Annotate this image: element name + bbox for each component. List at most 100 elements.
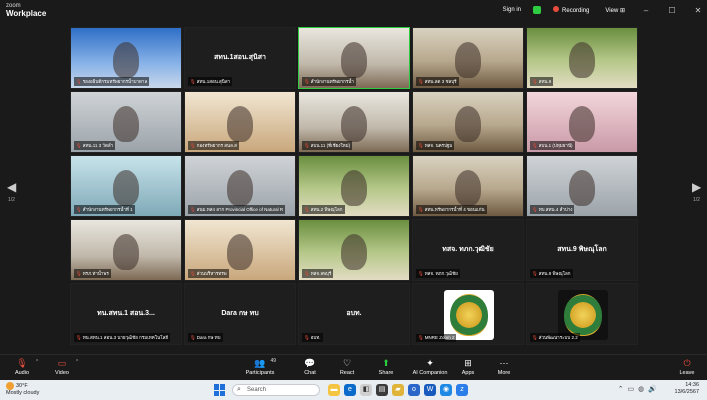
file-explorer-icon[interactable]: ▬: [328, 384, 340, 396]
folder-icon[interactable]: ▰: [392, 384, 404, 396]
word-icon[interactable]: W: [424, 384, 436, 396]
logo-line2: Workplace: [6, 9, 47, 18]
participant-name-label: 🎙ทสจ. ทภก.วุฒิชัย: [416, 269, 460, 278]
participant-video: [341, 42, 367, 78]
leave-button[interactable]: ⏻ Leave: [665, 358, 707, 376]
participant-name-label: 🎙สทน.11 3 วัดลำ: [74, 141, 116, 150]
mic-muted-icon: 🎙: [418, 335, 424, 340]
video-caret-icon[interactable]: ^: [76, 359, 78, 365]
outlook-icon[interactable]: o: [408, 384, 420, 396]
participant-tile[interactable]: 🎙MNRE Zoom 2: [412, 283, 524, 345]
view-button[interactable]: View ⊞: [601, 7, 629, 14]
participant-tile[interactable]: สทน.9 พิษณุโลก 🎙สทน.9 พิษณุโลก: [526, 219, 638, 281]
search-icon: ⌕: [237, 386, 241, 393]
participant-name-label: 🎙ทสจ. นครปฐม: [416, 141, 455, 150]
participant-name-label: 🎙สบน.1 (ปทุมธานี): [530, 141, 575, 150]
participants-button[interactable]: 👥 49 Participants: [238, 358, 282, 376]
participant-tile[interactable]: 🎙ทสจ. นครปฐม: [412, 91, 524, 153]
participant-tile[interactable]: 🎙สำนักงานทรัพยากรน้ำ: [298, 27, 410, 89]
participant-name: สทน.9: [538, 79, 552, 84]
participant-tile[interactable]: Dara กษ ทบ 🎙Dara กษ ทบ: [184, 283, 296, 345]
participant-name: ทสจ. นครปฐม: [424, 143, 453, 148]
participant-tile[interactable]: 🎙สทน.9: [526, 27, 638, 89]
ai-companion-label: AI Companion: [412, 370, 448, 376]
minimize-icon[interactable]: –: [637, 6, 655, 15]
participant-video: [113, 170, 139, 206]
participant-display-name: สทน.1สอน.สุนิสา: [214, 54, 266, 61]
participant-tile[interactable]: 🎙สทน.ลด 3 ชลบุรี: [412, 27, 524, 89]
participant-tile[interactable]: 🎙สำนักงานทรัพยากรน้ำที่ 1: [70, 155, 182, 217]
maximize-icon[interactable]: ☐: [663, 6, 681, 15]
participant-name-label: 🎙MNRE Zoom 2: [416, 334, 457, 342]
mic-muted-icon: 🎙: [190, 335, 196, 340]
share-button[interactable]: ⬆ Share: [364, 358, 408, 376]
sign-in-button[interactable]: Sign in: [499, 7, 525, 13]
mic-muted-icon: 🎙: [190, 207, 196, 212]
clock[interactable]: 14:36 13/6/2567: [675, 382, 699, 396]
mic-muted-icon: 🎙: [76, 335, 82, 340]
video-label: Video: [55, 370, 69, 376]
participant-tile[interactable]: 🎙สทน.ทรัพยากรน้ำที่ 4 ขอนแก่น: [412, 155, 524, 217]
participant-video: [569, 170, 595, 206]
participant-video: [113, 234, 139, 270]
participant-tile[interactable]: 🎙ทรภ.ท่าน้ำพร: [70, 219, 182, 281]
react-button[interactable]: ♡ React: [325, 358, 369, 376]
edge-browser-icon[interactable]: e: [344, 384, 356, 396]
participant-tile[interactable]: 🎙ส่วนพัฒนาระบบ 2.2: [526, 283, 638, 345]
app-icon-1[interactable]: ◧: [360, 384, 372, 396]
participant-name-label: 🎙ทบ.สทน.4 ลำปาง: [530, 205, 575, 214]
participant-tile[interactable]: 🎙สนม.ทส4 ลาก Provincial Office of Natura…: [184, 155, 296, 217]
participant-video: [227, 170, 253, 206]
participant-name: สบน.1 (ปทุมธานี): [538, 143, 573, 148]
participant-video: [227, 234, 253, 270]
participant-tile[interactable]: 🎙สบน.11 (ที่เชียงใหม่): [298, 91, 410, 153]
zoom-app-icon[interactable]: z: [456, 384, 468, 396]
participant-name-label: 🎙สทน.ลด 3 ชลบุรี: [416, 77, 459, 86]
audio-label: Audio: [14, 370, 30, 376]
next-page-arrow-icon[interactable]: ▶: [692, 180, 701, 194]
participant-tile[interactable]: ทสจ. ทภก.วุฒิชัย 🎙ทสจ. ทภก.วุฒิชัย: [412, 219, 524, 281]
participant-name-label: 🎙กองทรัพยากร สนล.ส: [188, 141, 239, 150]
participant-tile[interactable]: 🎙สทน.2 พิษณุโลก: [298, 155, 410, 217]
participant-tile[interactable]: 🎙กองทรัพยากร สนล.ส: [184, 91, 296, 153]
chat-label: Chat: [304, 370, 316, 376]
participant-tile[interactable]: ทน.สทน.1 สอน.3... 🎙ทน.สทน.1 สอน.3 นายวุฒิ…: [70, 283, 182, 345]
app-icon-2[interactable]: ▤: [376, 384, 388, 396]
chrome-icon[interactable]: ◉: [440, 384, 452, 396]
participant-tile[interactable]: สทน.1สอน.สุนิสา 🎙สทน.1สอน.สุนิสา: [184, 27, 296, 89]
mic-muted-icon: 🎙: [532, 79, 538, 84]
participant-tile[interactable]: 🎙สบน.1 (ปทุมธานี): [526, 91, 638, 153]
recording-label: Recording: [562, 8, 590, 14]
audio-caret-icon[interactable]: ^: [36, 359, 38, 365]
weather-widget[interactable]: 30°F Mostly cloudy: [6, 382, 39, 397]
participant-tile[interactable]: อบท. 🎙อบท.: [298, 283, 410, 345]
recording-indicator[interactable]: Recording: [549, 6, 593, 14]
participant-name-label: 🎙อบท.: [302, 333, 323, 342]
participant-name-label: 🎙ส่วนพัฒนาระบบ 2.2: [530, 333, 580, 342]
participant-tile[interactable]: 🎙ทสจ.ลพบุรี: [298, 219, 410, 281]
participant-name: สทน.2 พิษณุโลก: [310, 207, 343, 212]
grid-view-icon: ⊞: [619, 7, 625, 14]
participant-name: ทบ.สทน.4 ลำปาง: [538, 207, 573, 212]
taskbar-search-input[interactable]: ⌕ Search: [232, 384, 320, 396]
participant-tile[interactable]: 🎙ส่วนบริหารทรพ: [184, 219, 296, 281]
mic-muted-icon: 🎙: [418, 143, 424, 148]
more-button[interactable]: ⋯ More: [482, 358, 526, 376]
participant-name: ส่วนบริหารทรพ: [196, 271, 227, 276]
search-placeholder: Search: [247, 387, 267, 393]
participant-display-name: อบท.: [346, 310, 362, 317]
participant-video: [455, 42, 481, 78]
mic-muted-icon: 🎙: [190, 143, 196, 148]
participant-tile[interactable]: 🎙ทบ.สทน.4 ลำปาง: [526, 155, 638, 217]
security-shield-icon[interactable]: [533, 6, 542, 14]
close-icon[interactable]: ✕: [689, 6, 707, 15]
prev-page-arrow-icon[interactable]: ◀: [7, 180, 16, 194]
participant-video: [341, 106, 367, 142]
heart-icon: ♡: [342, 358, 352, 368]
more-label: More: [497, 370, 511, 376]
participant-tile[interactable]: 🎙รองอธิบดีกรมทรัพยากรน้ำบาดาล: [70, 27, 182, 89]
participant-tile[interactable]: 🎙สทน.11 3 วัดลำ: [70, 91, 182, 153]
windows-start-icon[interactable]: [214, 384, 226, 396]
system-tray-icons[interactable]: ⌃▭◍🔊: [618, 385, 661, 393]
ministry-emblem-icon: [444, 290, 494, 340]
